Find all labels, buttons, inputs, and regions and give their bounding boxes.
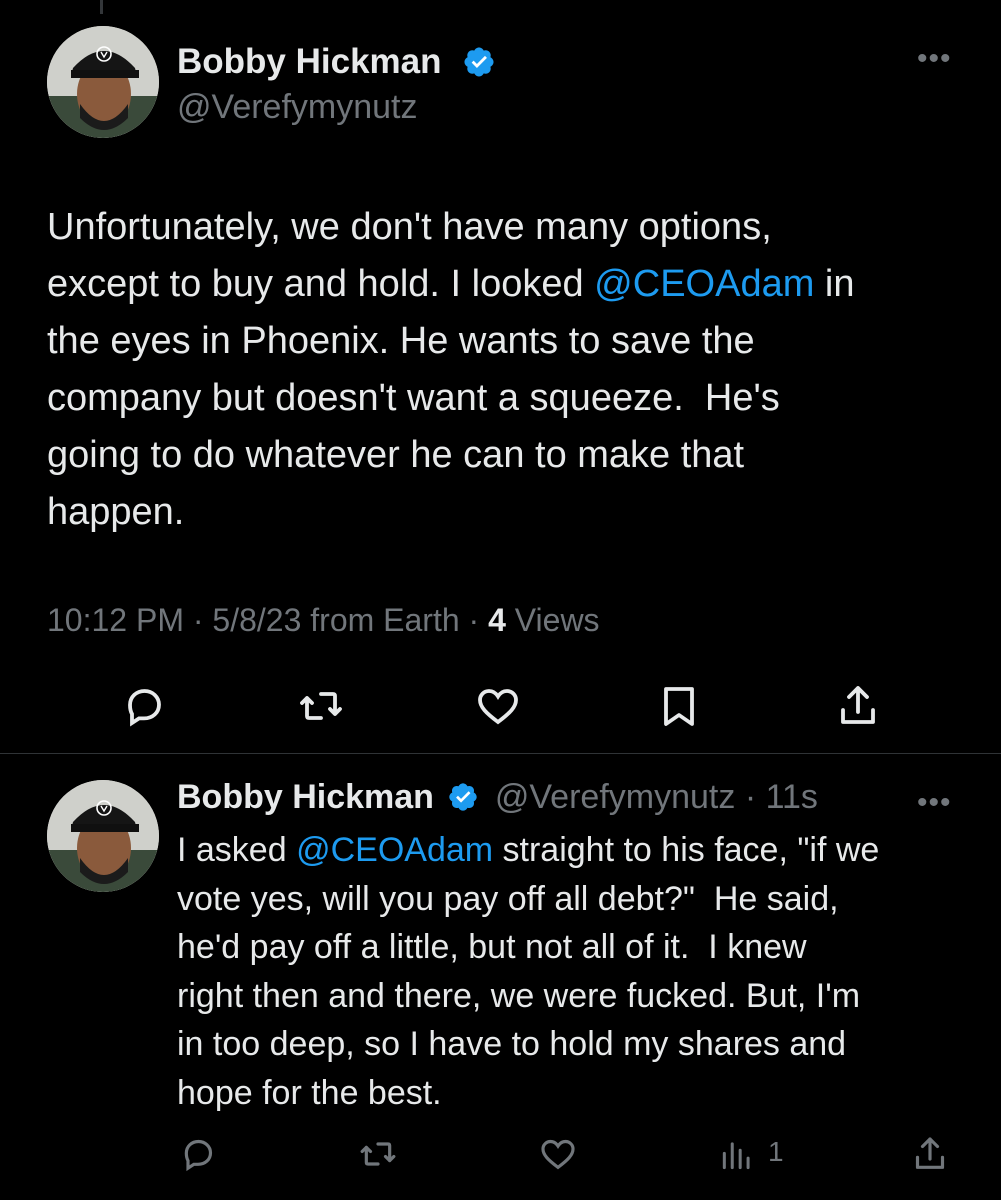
reply-header: Bobby Hickman @Verefymynutz · 11s (177, 778, 818, 817)
like-icon[interactable] (538, 1134, 578, 1174)
author-handle[interactable]: @Verefymynutz (495, 778, 736, 816)
share-icon[interactable] (910, 1134, 950, 1174)
views-icon[interactable] (718, 1136, 756, 1174)
tweet-source: from Earth (310, 602, 460, 638)
tweet-time[interactable]: 10:12 PM (47, 602, 184, 638)
bookmark-icon[interactable] (655, 682, 703, 730)
verified-badge-icon (464, 47, 494, 77)
meta-separator: · (192, 602, 213, 638)
retweet-icon[interactable] (297, 682, 345, 730)
author-name[interactable]: Bobby Hickman (177, 42, 442, 82)
share-icon[interactable] (834, 682, 882, 730)
views-label[interactable]: Views (515, 602, 600, 638)
retweet-icon[interactable] (358, 1134, 398, 1174)
tweet-text-part: straight to his face, "if we vote yes, w… (177, 831, 880, 1112)
mention-link[interactable]: @CEOAdam (594, 263, 814, 305)
views-count: 4 (488, 602, 506, 638)
meta-separator: · (468, 602, 489, 638)
views-count: 1 (768, 1136, 784, 1167)
tweet-meta: 10:12 PM · 5/8/23 from Earth · 4 Views (47, 602, 600, 639)
avatar[interactable] (47, 780, 159, 892)
author-handle[interactable]: @Verefymynutz (177, 88, 418, 127)
tweet-text-part: I asked (177, 831, 297, 869)
thread-line (100, 0, 103, 14)
tweet-text: Unfortunately, we don't have many option… (47, 199, 855, 541)
meta-separator: · (744, 778, 757, 816)
divider (0, 753, 1001, 754)
tweet-time-ago[interactable]: 11s (766, 778, 818, 816)
reply-icon[interactable] (120, 682, 168, 730)
mention-link[interactable]: @CEOAdam (296, 831, 493, 869)
tweet-date[interactable]: 5/8/23 (212, 602, 301, 638)
reply-icon[interactable] (178, 1134, 218, 1174)
more-options-icon[interactable]: ••• (917, 786, 952, 820)
verified-badge-icon (449, 783, 478, 811)
like-icon[interactable] (474, 682, 522, 730)
reply-text: I asked @CEOAdam straight to his face, "… (177, 826, 967, 1117)
more-options-icon[interactable]: ••• (917, 42, 952, 76)
avatar[interactable] (47, 26, 159, 138)
author-name[interactable]: Bobby Hickman (177, 778, 434, 816)
